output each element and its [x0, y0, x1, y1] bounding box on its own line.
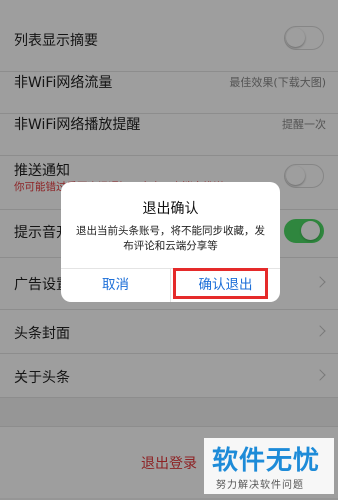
watermark: 软件无忧 努力解决软件问题	[204, 438, 334, 494]
cancel-button[interactable]: 取消	[61, 269, 170, 302]
watermark-subtitle: 努力解决软件问题	[216, 480, 304, 491]
highlight-box	[173, 268, 268, 299]
watermark-title: 软件无忧	[212, 446, 321, 476]
dialog-message: 退出当前头条账号，将不能同步收藏，发布评论和云端分享等	[76, 225, 265, 252]
dialog-title: 退出确认	[142, 201, 199, 217]
